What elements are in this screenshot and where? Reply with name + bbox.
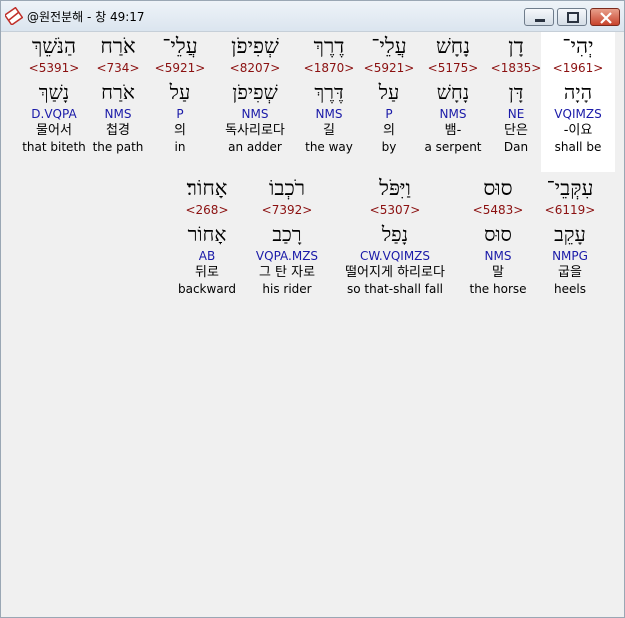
- hebrew-word: הַנֹּשֵׁךְ: [31, 34, 77, 58]
- morph-code: NMS: [439, 107, 467, 121]
- title-bar[interactable]: @원전분해 - 창 49:17: [1, 1, 624, 32]
- english-gloss: the way: [305, 140, 353, 154]
- close-button[interactable]: [590, 8, 620, 26]
- word-block[interactable]: הַנֹּשֵׁךְ <5391> נָשַׁךְ D.VQPA 물어서 tha…: [17, 32, 91, 155]
- hebrew-word: דֶרֶךְ: [313, 34, 345, 58]
- korean-gloss: 그 탄 자로: [258, 265, 316, 280]
- hebrew-word: וַיִּפֹּל: [379, 176, 411, 200]
- korean-gloss: 독사리로다: [225, 123, 285, 138]
- english-gloss: heels: [554, 282, 586, 296]
- close-icon: [600, 12, 612, 24]
- interlinear-panel: יְהִי־ <1961> הָיָה VQIMZS -이요 shall be …: [2, 32, 623, 617]
- korean-gloss: 굽을: [558, 265, 582, 280]
- word-block[interactable]: אָחוֹר׃ <268> אָחוֹר AB 뒤로 backward: [170, 174, 244, 297]
- korean-gloss: 단은: [504, 123, 528, 138]
- english-gloss: an adder: [228, 140, 282, 154]
- lemma-word: עָקֵב: [554, 222, 586, 246]
- word-block[interactable]: רֹכְבוֹ <7392> רָכַב VQPA.MZS 그 탄 자로 his…: [242, 174, 332, 297]
- strong-number[interactable]: <8207>: [218, 60, 292, 76]
- lemma-word: נָפַל: [381, 222, 409, 246]
- morph-code: NMS: [104, 107, 132, 121]
- lemma-word: רָכַב: [272, 222, 302, 246]
- word-block[interactable]: נָחָשׁ <5175> נָחָשׁ NMS 뱀- a serpent: [416, 32, 490, 155]
- morph-code: NMS: [484, 249, 512, 263]
- strong-number[interactable]: <5175>: [416, 60, 490, 76]
- strong-number[interactable]: <7392>: [242, 202, 332, 218]
- word-block[interactable]: סוּס <5483> סוּס NMS 말 the horse: [461, 174, 535, 297]
- morph-code: NMPG: [552, 249, 588, 263]
- morph-code: CW.VQIMZS: [359, 249, 431, 263]
- korean-gloss: 말: [492, 265, 504, 280]
- lemma-word: נָשַׁךְ: [38, 80, 70, 104]
- maximize-icon: [567, 12, 579, 23]
- word-block[interactable]: דֶרֶךְ <1870> דֶּרֶךְ NMS 길 the way: [292, 32, 366, 155]
- app-window: @원전분해 - 창 49:17 יְהִי־ <1961> הָיָה VQIM…: [0, 0, 625, 618]
- word-block[interactable]: וַיִּפֹּל <5307> נָפַל CW.VQIMZS 떨어지게 하리…: [330, 174, 460, 297]
- strong-number[interactable]: <268>: [170, 202, 244, 218]
- word-block[interactable]: דָן <1835> דָּן NE 단은 Dan: [479, 32, 553, 155]
- minimize-button[interactable]: [524, 8, 554, 26]
- english-gloss: the path: [92, 140, 144, 154]
- english-gloss: backward: [177, 282, 237, 296]
- english-gloss: Dan: [503, 140, 529, 154]
- maximize-button[interactable]: [557, 8, 587, 26]
- hebrew-word: אֹרַח: [100, 34, 136, 58]
- morph-code: D.VQPA: [31, 107, 77, 121]
- hebrew-word: דָן: [508, 34, 524, 58]
- lemma-word: סוּס: [484, 222, 512, 246]
- morph-code: NMS: [241, 107, 269, 121]
- strong-number[interactable]: <5483>: [461, 202, 535, 218]
- lemma-word: נָחָשׁ: [436, 80, 470, 104]
- korean-gloss: 물어서: [36, 123, 72, 138]
- lemma-word: אֹרַח: [101, 80, 135, 104]
- hebrew-word: נָחָשׁ: [435, 34, 471, 58]
- korean-gloss: 첩경: [106, 123, 130, 138]
- morph-code: NMS: [315, 107, 343, 121]
- hebrew-word: עִקְּבֵי־: [546, 176, 594, 200]
- minimize-icon: [535, 19, 545, 22]
- strong-number[interactable]: <1835>: [479, 60, 553, 76]
- english-gloss: so that-shall fall: [346, 282, 444, 296]
- english-gloss: his rider: [262, 282, 312, 296]
- strong-number[interactable]: <6119>: [533, 202, 607, 218]
- strong-number[interactable]: <5307>: [330, 202, 460, 218]
- window-title: @원전분해 - 창 49:17: [27, 10, 145, 24]
- lemma-word: דָּן: [508, 80, 524, 104]
- morph-code: NE: [507, 107, 525, 121]
- hebrew-word: רֹכְבוֹ: [268, 176, 306, 200]
- korean-gloss: 뱀-: [444, 123, 462, 138]
- strong-number[interactable]: <5391>: [17, 60, 91, 76]
- english-gloss: the horse: [469, 282, 527, 296]
- word-block[interactable]: אֹרַח <734> אֹרַח NMS 첩경 the path: [81, 32, 155, 155]
- word-block[interactable]: שְׁפִיפֹן <8207> שְׁפִיפֹן NMS 독사리로다 an …: [218, 32, 292, 155]
- word-block[interactable]: עִקְּבֵי־ <6119> עָקֵב NMPG 굽을 heels: [533, 174, 607, 297]
- korean-gloss: 떨어지게 하리로다: [345, 265, 445, 280]
- korean-gloss: 뒤로: [195, 265, 219, 280]
- hebrew-word: אָחוֹר׃: [186, 176, 228, 200]
- hebrew-word: סוּס: [483, 176, 513, 200]
- strong-number[interactable]: <1870>: [292, 60, 366, 76]
- morph-code: VQPA.MZS: [255, 249, 319, 263]
- morph-code: AB: [198, 249, 216, 263]
- english-gloss: that biteth: [22, 140, 86, 154]
- korean-gloss: 길: [323, 123, 335, 138]
- lemma-word: שְׁפִיפֹן: [232, 80, 278, 104]
- lemma-word: דֶּרֶךְ: [314, 80, 344, 104]
- app-icon: [5, 7, 23, 25]
- strong-number[interactable]: <734>: [81, 60, 155, 76]
- english-gloss: a serpent: [424, 140, 482, 154]
- hebrew-word: שְׁפִיפֹן: [231, 34, 279, 58]
- lemma-word: אָחוֹר: [187, 222, 227, 246]
